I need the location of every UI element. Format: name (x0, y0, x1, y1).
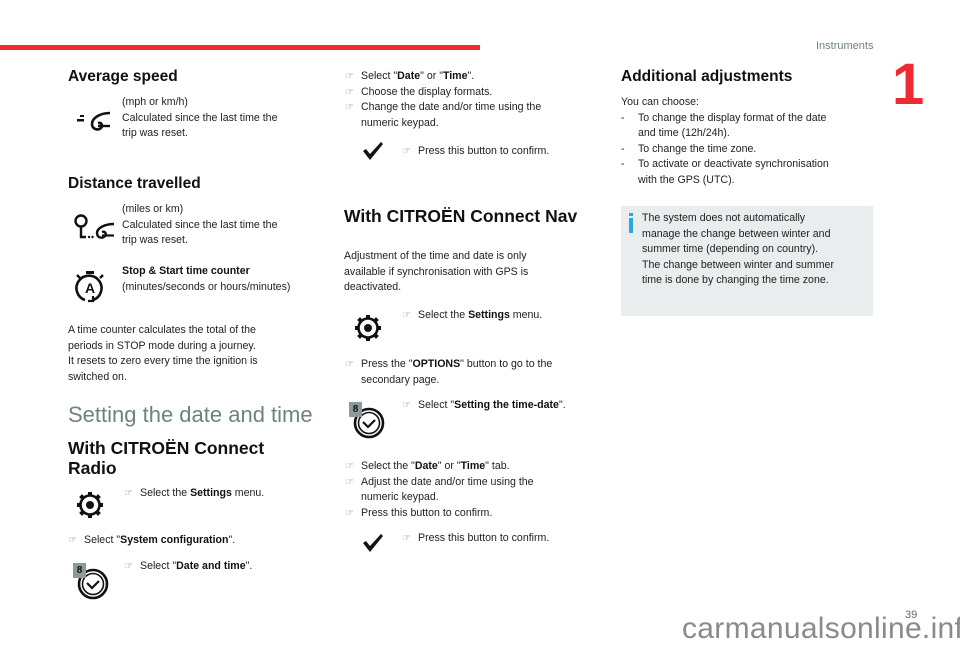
distance-travelled-heading: Distance travelled (68, 175, 201, 192)
distance-travelled-description: (miles or km) Calculated since the last … (122, 203, 278, 246)
settings-gear-icon (77, 492, 103, 518)
list-item: - To change the time zone. (621, 142, 757, 155)
pointing-hand-icon: ☞ (345, 461, 354, 472)
pointing-hand-icon: ☞ (124, 488, 133, 499)
connect-nav-heading: With CITROËN Connect Nav (344, 206, 578, 226)
radio-step-system-configuration: ☞ Select "System configuration". (68, 533, 235, 549)
clock-icon: 8 (349, 402, 387, 440)
svg-text:A: A (85, 280, 95, 296)
step-badge: 8 (349, 402, 362, 417)
additional-adjustments-list: You can choose: - To change the display … (621, 95, 871, 188)
pointing-hand-icon: ☞ (402, 533, 411, 544)
confirm-step-1: ☞ Press this button to confirm. (402, 144, 549, 160)
pointing-hand-icon: ☞ (402, 146, 411, 157)
clock-icon: 8 (73, 563, 111, 601)
nav-paragraph: Adjustment of the time and date is only … (344, 250, 529, 293)
pointing-hand-icon: ☞ (402, 400, 411, 411)
nav-steps-list: ☞ Select the "Date" or "Time" tab. ☞ Adj… (345, 459, 585, 521)
nav-step-settings: ☞ Select the Settings menu. (402, 308, 542, 324)
stop-start-description: Stop & Start time counter (minutes/secon… (122, 265, 291, 293)
chapter-number: 1 (892, 52, 925, 117)
list-item: - To activate or deactivate synchronisat… (621, 158, 829, 186)
pointing-hand-icon: ☞ (345, 102, 354, 113)
stop-start-icon: A (75, 271, 104, 303)
step-choose-formats: ☞ Choose the display formats. (345, 85, 585, 101)
header-accent-bar (0, 45, 480, 50)
list-item: - To change the display format of the da… (621, 111, 827, 140)
confirm-step-2: ☞ Press this button to confirm. (402, 531, 549, 547)
checkmark-icon (363, 142, 383, 160)
pointing-hand-icon: ☞ (124, 561, 133, 572)
pointing-hand-icon: ☞ (345, 476, 354, 488)
step-select-date-time-tab: ☞ Select the "Date" or "Time" tab. (345, 459, 585, 475)
pointing-hand-icon: ☞ (345, 86, 354, 98)
nav-step-options: ☞ Press the "OPTIONS" button to go to th… (345, 357, 552, 388)
settings-gear-icon (355, 315, 381, 341)
radio-steps-list: ☞ Select "Date" or "Time". ☞ Choose the … (345, 69, 585, 131)
pointing-hand-icon: ☞ (402, 310, 411, 321)
checkmark-icon (363, 534, 383, 552)
pointing-hand-icon: ☞ (68, 535, 77, 546)
time-counter-paragraph: A time counter calculates the total of t… (68, 324, 258, 383)
radio-step-date-and-time: ☞ Select "Date and time". (124, 559, 252, 575)
average-speed-icon (77, 111, 111, 131)
distance-travelled-icon (74, 214, 115, 239)
step-select-date-or-time: ☞ Select "Date" or "Time". (345, 69, 585, 85)
step-adjust-date-time: ☞ Adjust the date and/or time using the n… (345, 475, 585, 506)
radio-step-settings: ☞ Select the Settings menu. (124, 486, 264, 502)
section-title-setting-date-time: Setting the date and time (68, 402, 313, 427)
pointing-hand-icon: ☞ (345, 71, 354, 82)
info-note-text: The system does not automatically manage… (642, 212, 834, 286)
watermark: carmanualsonline.info (682, 612, 960, 645)
running-header: Instruments (816, 40, 874, 52)
step-press-confirm: ☞ Press this button to confirm. (345, 506, 585, 522)
additional-adjustments-heading: Additional adjustments (621, 68, 793, 85)
step-change-date-time: ☞ Change the date and/or time using the n… (345, 100, 585, 131)
average-speed-heading: Average speed (68, 68, 178, 85)
average-speed-description: (mph or km/h) Calculated since the last … (122, 96, 278, 139)
nav-step-setting-time-date: ☞ Select "Setting the time-date". (402, 398, 566, 414)
connect-radio-heading: With CITROËN Connect Radio (68, 438, 265, 478)
pointing-hand-icon: ☞ (345, 507, 354, 519)
pointing-hand-icon: ☞ (345, 359, 354, 370)
info-icon (629, 213, 633, 234)
step-badge: 8 (73, 563, 86, 578)
